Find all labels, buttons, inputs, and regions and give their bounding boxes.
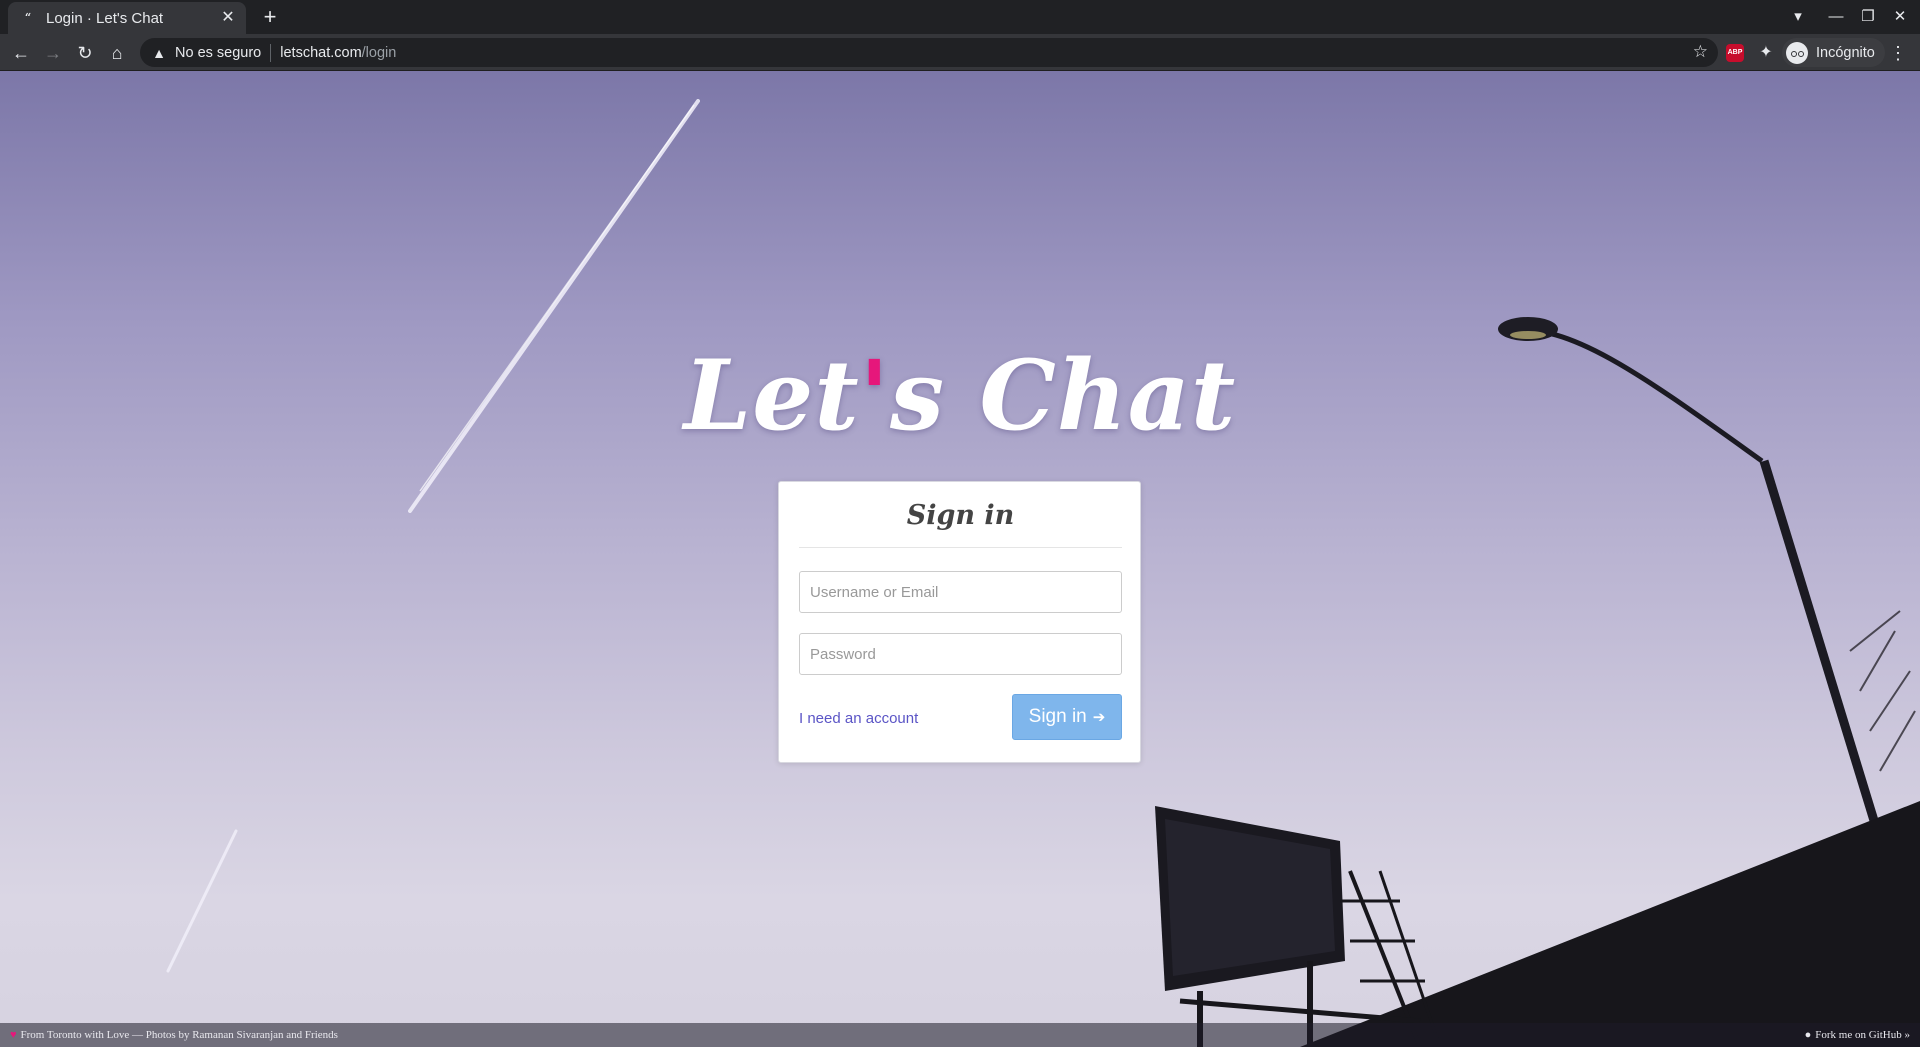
heart-icon: ♥ (10, 1029, 17, 1041)
github-icon: ● (1804, 1029, 1812, 1041)
reload-icon[interactable]: ↻ (72, 40, 98, 66)
tab-title: Login · Let's Chat (46, 9, 164, 27)
signin-panel: Sign in I need an account Sign in ➔ (778, 481, 1141, 763)
incognito-profile-button[interactable]: Incógnito (1782, 38, 1885, 67)
username-field[interactable] (799, 571, 1122, 613)
signin-title: Sign in (799, 496, 1122, 548)
incognito-icon (1786, 41, 1808, 64)
back-arrow-icon[interactable]: ← (8, 40, 34, 66)
lets-chat-logo: Let's Chat (0, 339, 1920, 452)
url-host: letschat.com (280, 44, 362, 61)
logo-apostrophe: ' (859, 339, 891, 452)
forward-arrow-icon[interactable]: → (40, 40, 66, 66)
browser-toolbar: ← → ↻ ⌂ ▲ No es seguro letschat.com/logi… (0, 34, 1920, 71)
restore-button[interactable]: ❐ (1856, 5, 1880, 29)
browser-menu-icon[interactable]: ⋮ (1886, 40, 1910, 66)
github-fork-link[interactable]: ● Fork me on GitHub » (1805, 1023, 1910, 1047)
logo-text-part2: s Chat (890, 339, 1237, 452)
letschat-favicon-icon: “ (24, 11, 32, 24)
logo-text-part1: Let (683, 339, 860, 452)
footer-credit: ♥ From Toronto with Love — Photos by Rama… (10, 1023, 338, 1047)
minimize-button[interactable]: — (1824, 5, 1848, 29)
warning-icon[interactable]: ▲ (151, 45, 167, 61)
url-path: /login (361, 44, 397, 61)
browser-tab-bar: “ Login · Let's Chat ✕ + ▾ — ❐ ✕ (0, 0, 1920, 34)
new-tab-button[interactable]: + (258, 6, 282, 30)
extensions-puzzle-icon[interactable]: ✦ (1754, 41, 1778, 65)
github-link-text[interactable]: Fork me on GitHub » (1815, 1029, 1910, 1041)
adblock-plus-icon[interactable]: ABP (1726, 44, 1744, 62)
incognito-label: Incógnito (1816, 44, 1875, 61)
bookmark-star-icon[interactable]: ☆ (1693, 42, 1708, 62)
page-footer: ♥ From Toronto with Love — Photos by Rama… (0, 1023, 1920, 1047)
security-label[interactable]: No es seguro (175, 45, 261, 61)
login-page: Let's Chat Sign in I need an account Sig… (0, 71, 1920, 1047)
sign-in-arrow-icon: ➔ (1092, 709, 1106, 726)
tab-close-icon[interactable]: ✕ (218, 8, 238, 28)
home-icon[interactable]: ⌂ (104, 40, 130, 66)
address-divider (270, 43, 272, 62)
register-link[interactable]: I need an account (799, 710, 918, 727)
browser-tab-active[interactable]: “ Login · Let's Chat ✕ (8, 2, 246, 34)
tab-search-icon[interactable]: ▾ (1786, 5, 1810, 29)
window-close-button[interactable]: ✕ (1888, 5, 1912, 29)
signin-button-label: Sign in (1028, 706, 1087, 727)
address-bar[interactable]: ▲ No es seguro letschat.com/login ☆ (140, 38, 1718, 67)
signin-button[interactable]: Sign in ➔ (1012, 694, 1122, 740)
password-field[interactable] (799, 633, 1122, 675)
footer-credit-text: From Toronto with Love — Photos by Raman… (20, 1029, 338, 1041)
